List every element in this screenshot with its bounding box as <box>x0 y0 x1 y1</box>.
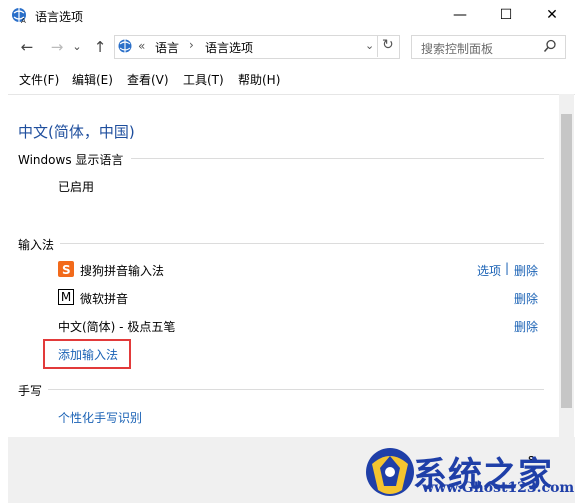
ime-name: 中文(简体) - 极点五笔 <box>58 320 176 334</box>
content-divider <box>8 94 575 95</box>
control-panel-icon <box>117 38 134 58</box>
ime-name: 微软拼音 <box>80 292 129 306</box>
add-input-method-link[interactable]: 添加输入法 <box>58 346 118 363</box>
window-frame <box>0 31 8 503</box>
personalize-handwriting-link[interactable]: 个性化手写识别 <box>58 409 142 426</box>
svg-text:S: S <box>62 263 71 277</box>
window-title: 语言选项 <box>35 10 84 24</box>
ime-remove-link[interactable]: 删除 <box>514 290 538 307</box>
menu-tools[interactable]: 工具(T) <box>183 71 224 88</box>
recent-locations-chevron-icon[interactable]: ⌄ <box>70 38 84 56</box>
menu-view[interactable]: 查看(V) <box>127 71 169 88</box>
section-separator <box>131 158 544 159</box>
scrollbar-thumb[interactable] <box>561 114 572 408</box>
display-language-status: 已启用 <box>58 180 95 194</box>
svg-text:A: A <box>21 17 26 24</box>
ime-name: 搜狗拼音输入法 <box>80 264 165 278</box>
minimize-button[interactable]: — <box>437 0 483 31</box>
forward-arrow-icon[interactable]: → <box>46 38 68 56</box>
search-icon[interactable] <box>543 39 557 56</box>
up-arrow-icon[interactable]: ↑ <box>89 38 111 56</box>
maximize-button[interactable]: ☐ <box>483 0 529 31</box>
sogou-icon: S <box>58 261 74 280</box>
system-home-logo-icon <box>362 442 418 503</box>
menu-edit[interactable]: 编辑(E) <box>72 71 113 88</box>
input-methods-header: 输入法 <box>18 238 55 252</box>
address-history-chevron-icon[interactable]: ⌄ <box>365 39 374 52</box>
ime-options-link[interactable]: 选项 <box>477 262 501 279</box>
search-placeholder: 搜索控制面板 <box>421 42 494 56</box>
section-separator <box>60 243 544 244</box>
refresh-button[interactable]: ↻ <box>377 35 399 57</box>
breadcrumb-separator[interactable]: › <box>189 38 194 52</box>
handwriting-header: 手写 <box>18 384 43 398</box>
back-arrow-icon[interactable]: ← <box>16 38 38 56</box>
refresh-icon: ↻ <box>382 37 394 53</box>
address-bar[interactable]: « 语言 › 语言选项 ⌄ <box>114 35 400 59</box>
breadcrumb-item-language[interactable]: 语言 <box>155 39 179 56</box>
language-title: 中文(简体，中国) <box>18 123 135 141</box>
ime-remove-link[interactable]: 删除 <box>514 262 538 279</box>
close-button[interactable]: ✕ <box>529 0 575 31</box>
display-language-header: Windows 显示语言 <box>18 153 124 167</box>
microsoft-pinyin-icon: M <box>58 289 74 305</box>
search-input[interactable]: 搜索控制面板 <box>411 35 566 59</box>
section-separator <box>48 389 544 390</box>
breadcrumb-overflow[interactable]: « <box>138 39 145 53</box>
menu-file[interactable]: 文件(F) <box>19 71 59 88</box>
language-app-icon: A <box>10 6 28 27</box>
watermark-url: www.Ghost123.com <box>422 480 575 496</box>
breadcrumb-item-language-options[interactable]: 语言选项 <box>205 39 253 56</box>
ime-remove-link[interactable]: 删除 <box>514 318 538 335</box>
menu-help[interactable]: 帮助(H) <box>238 71 280 88</box>
link-separator: | <box>505 261 510 275</box>
